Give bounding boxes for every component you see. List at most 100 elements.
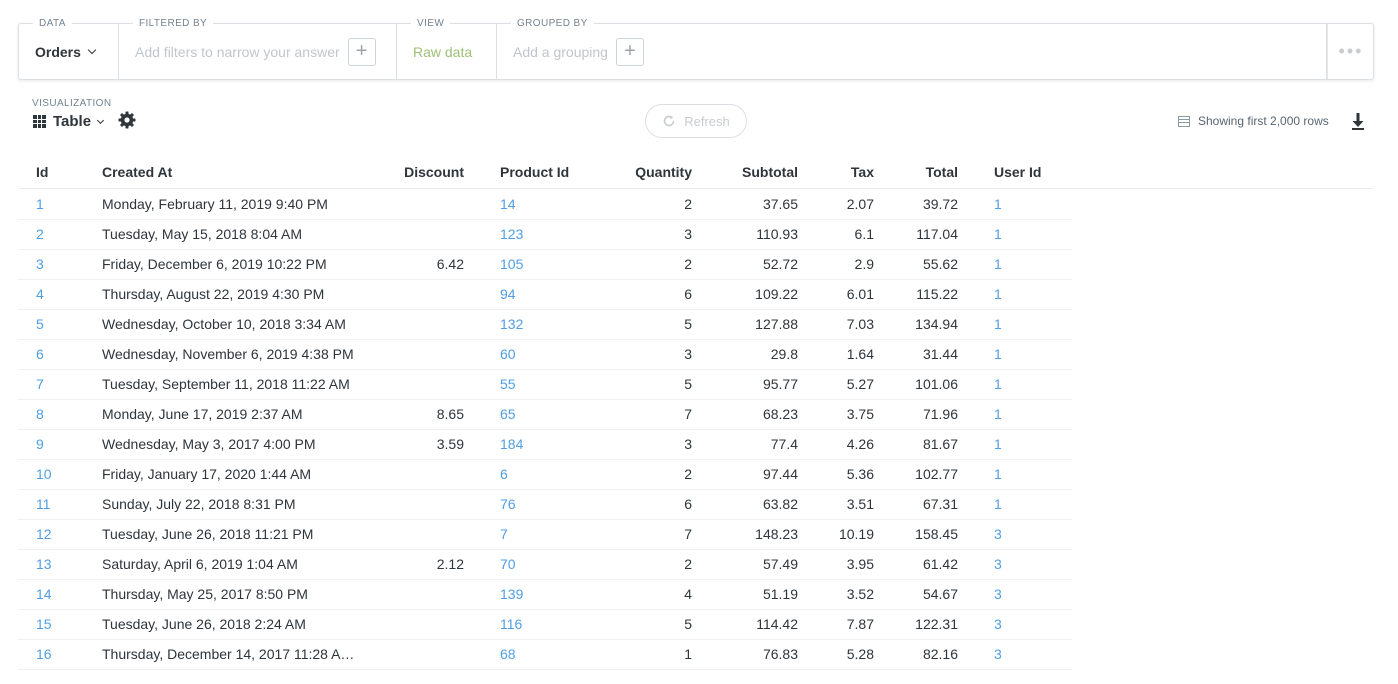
cell-product-id[interactable]: 65 — [500, 406, 516, 422]
column-header-subtotal[interactable]: Subtotal — [742, 164, 798, 180]
table-row: 5 Wednesday, October 10, 2018 3:34 AM 132 5… — [18, 310, 1072, 340]
cell-id[interactable]: 12 — [36, 526, 52, 542]
cell-subtotal: 110.93 — [756, 226, 798, 242]
cell-product-id[interactable]: 139 — [500, 586, 523, 602]
cell-created-at: Thursday, May 25, 2017 8:50 PM — [102, 586, 308, 602]
cell-user-id[interactable]: 3 — [994, 616, 1002, 632]
visualization-type-selector[interactable]: Table — [33, 113, 105, 130]
cell-created-at: Wednesday, May 3, 2017 4:00 PM — [102, 436, 316, 452]
column-header-product-id[interactable]: Product Id — [500, 164, 569, 180]
grouping-placeholder[interactable]: Add a grouping — [513, 44, 608, 60]
gear-icon[interactable] — [117, 110, 137, 130]
add-grouping-button[interactable]: + — [615, 37, 644, 66]
cell-total: 39.72 — [922, 196, 958, 212]
cell-id[interactable]: 13 — [36, 556, 52, 572]
chevron-down-icon — [87, 45, 97, 55]
cell-user-id[interactable]: 3 — [994, 646, 1002, 662]
cell-subtotal: 51.19 — [762, 586, 798, 602]
refresh-button[interactable]: Refresh — [645, 104, 747, 138]
cell-user-id[interactable]: 1 — [994, 346, 1002, 362]
cell-product-id[interactable]: 116 — [500, 616, 522, 632]
cell-product-id[interactable]: 68 — [500, 646, 516, 662]
cell-user-id[interactable]: 1 — [994, 256, 1002, 272]
column-header-created-at[interactable]: Created At — [102, 164, 172, 180]
cell-tax: 5.36 — [846, 466, 874, 482]
cell-id[interactable]: 16 — [36, 646, 52, 662]
cell-product-id[interactable]: 76 — [500, 496, 516, 512]
cell-user-id[interactable]: 1 — [994, 496, 1002, 512]
more-dots-icon: ••• — [1338, 41, 1364, 61]
cell-tax: 6.01 — [846, 286, 874, 302]
column-header-discount[interactable]: Discount — [404, 164, 464, 180]
cell-quantity: 6 — [684, 496, 692, 512]
cell-user-id[interactable]: 1 — [994, 196, 1002, 212]
cell-user-id[interactable]: 1 — [994, 226, 1002, 242]
cell-quantity: 5 — [684, 616, 692, 632]
cell-tax: 3.51 — [846, 496, 874, 512]
download-icon[interactable] — [1350, 112, 1366, 130]
cell-id[interactable]: 10 — [36, 466, 52, 482]
cell-id[interactable]: 15 — [36, 616, 52, 632]
cell-total: 81.67 — [922, 436, 958, 452]
cell-product-id[interactable]: 105 — [500, 256, 523, 272]
cell-product-id[interactable]: 123 — [500, 226, 523, 242]
cell-id[interactable]: 5 — [36, 316, 44, 332]
cell-total: 82.16 — [922, 646, 958, 662]
cell-user-id[interactable]: 1 — [994, 286, 1002, 302]
cell-id[interactable]: 11 — [36, 496, 51, 512]
cell-quantity: 2 — [684, 256, 692, 272]
cell-user-id[interactable]: 3 — [994, 586, 1002, 602]
column-header-user-id[interactable]: User Id — [994, 164, 1041, 180]
cell-tax: 2.9 — [854, 256, 874, 272]
cell-quantity: 2 — [684, 196, 692, 212]
more-options-button[interactable]: ••• — [1327, 24, 1374, 79]
cell-id[interactable]: 14 — [36, 586, 52, 602]
cell-tax: 7.87 — [846, 616, 874, 632]
cell-product-id[interactable]: 14 — [500, 196, 516, 212]
column-header-tax[interactable]: Tax — [851, 164, 874, 180]
cell-user-id[interactable]: 1 — [994, 436, 1002, 452]
table-row: 4 Thursday, August 22, 2019 4:30 PM 94 6 109… — [18, 280, 1072, 310]
cell-id[interactable]: 7 — [36, 376, 44, 392]
cell-subtotal: 109.22 — [755, 286, 798, 302]
cell-created-at: Tuesday, May 15, 2018 8:04 AM — [102, 226, 303, 242]
cell-total: 61.42 — [922, 556, 958, 572]
cell-id[interactable]: 3 — [36, 256, 44, 272]
add-filter-button[interactable]: + — [347, 37, 376, 66]
column-header-quantity[interactable]: Quantity — [635, 164, 692, 180]
cell-total: 31.44 — [922, 346, 958, 362]
cell-product-id[interactable]: 94 — [500, 286, 516, 302]
view-section: VIEW Raw data — [397, 18, 497, 79]
cell-created-at: Wednesday, November 6, 2019 4:38 PM — [102, 346, 354, 362]
view-selector[interactable]: Raw data — [413, 44, 472, 60]
cell-quantity: 4 — [684, 586, 692, 602]
cell-id[interactable]: 1 — [36, 196, 44, 212]
cell-user-id[interactable]: 1 — [994, 316, 1002, 332]
cell-created-at: Sunday, July 22, 2018 8:31 PM — [102, 496, 296, 512]
data-source-selector[interactable]: Orders — [35, 44, 97, 60]
cell-id[interactable]: 4 — [36, 286, 44, 302]
cell-product-id[interactable]: 6 — [500, 466, 508, 482]
cell-id[interactable]: 8 — [36, 406, 44, 422]
cell-product-id[interactable]: 60 — [500, 346, 516, 362]
cell-user-id[interactable]: 3 — [994, 556, 1002, 572]
column-header-id[interactable]: Id — [36, 164, 48, 180]
cell-id[interactable]: 9 — [36, 436, 44, 452]
cell-product-id[interactable]: 7 — [500, 526, 508, 542]
column-header-total[interactable]: Total — [926, 164, 958, 180]
cell-id[interactable]: 2 — [36, 226, 44, 242]
cell-product-id[interactable]: 70 — [500, 556, 516, 572]
cell-id[interactable]: 6 — [36, 346, 44, 362]
cell-user-id[interactable]: 3 — [994, 526, 1002, 542]
cell-product-id[interactable]: 55 — [500, 376, 516, 392]
cell-quantity: 1 — [684, 646, 692, 662]
cell-discount: 2.12 — [436, 556, 464, 572]
table-grid-icon — [33, 115, 46, 128]
cell-user-id[interactable]: 1 — [994, 406, 1002, 422]
cell-product-id[interactable]: 132 — [500, 316, 523, 332]
cell-user-id[interactable]: 1 — [994, 376, 1002, 392]
cell-product-id[interactable]: 184 — [500, 436, 523, 452]
filter-placeholder[interactable]: Add filters to narrow your answer — [135, 44, 340, 60]
cell-user-id[interactable]: 1 — [994, 466, 1002, 482]
refresh-label: Refresh — [684, 113, 730, 129]
